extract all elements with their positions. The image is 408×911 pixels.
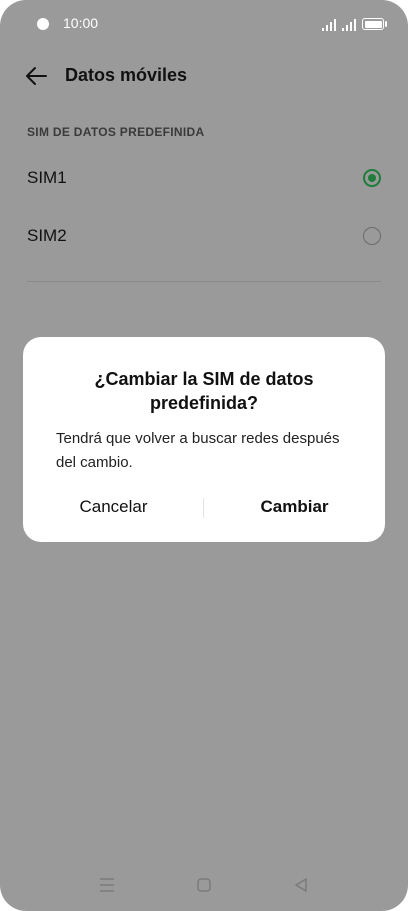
cancel-button[interactable]: Cancelar bbox=[23, 492, 204, 522]
divider bbox=[27, 281, 381, 282]
sim-option-sim1[interactable]: SIM1 bbox=[27, 158, 381, 198]
radio-selected-icon[interactable] bbox=[363, 169, 381, 187]
signal-icon bbox=[342, 19, 356, 31]
battery-icon bbox=[362, 18, 387, 30]
radio-unselected-icon[interactable] bbox=[363, 227, 381, 245]
sim-option-sim2[interactable]: SIM2 bbox=[27, 216, 381, 256]
signal-icon bbox=[322, 19, 336, 31]
status-icons bbox=[322, 15, 387, 31]
menu-icon[interactable] bbox=[95, 873, 119, 897]
status-time: 10:00 bbox=[63, 15, 99, 31]
sim-option-label: SIM1 bbox=[27, 168, 67, 187]
status-bar: 10:00 bbox=[0, 0, 408, 46]
arrow-left-icon[interactable] bbox=[25, 66, 47, 86]
page-title: Datos móviles bbox=[65, 65, 188, 85]
home-icon[interactable] bbox=[192, 873, 216, 897]
dialog-message: Tendrá que volver a buscar redes después… bbox=[56, 430, 340, 471]
change-button[interactable]: Cambiar bbox=[204, 492, 385, 522]
dialog-buttons: Cancelar Cambiar bbox=[23, 492, 385, 522]
confirm-dialog: ¿Cambiar la SIM de datos predefinida? Te… bbox=[23, 337, 385, 542]
phone-screen: 10:00 Datos móviles SIM DE DATOS PREDEFI… bbox=[0, 0, 408, 911]
navigation-bar bbox=[0, 861, 408, 911]
sim-option-label: SIM2 bbox=[27, 226, 67, 245]
camera-dot bbox=[37, 18, 49, 30]
section-label: SIM DE DATOS PREDEFINIDA bbox=[27, 125, 205, 139]
dialog-title: ¿Cambiar la SIM de datos predefinida? bbox=[94, 369, 314, 413]
app-header: Datos móviles bbox=[0, 56, 408, 96]
back-triangle-icon[interactable] bbox=[289, 873, 313, 897]
